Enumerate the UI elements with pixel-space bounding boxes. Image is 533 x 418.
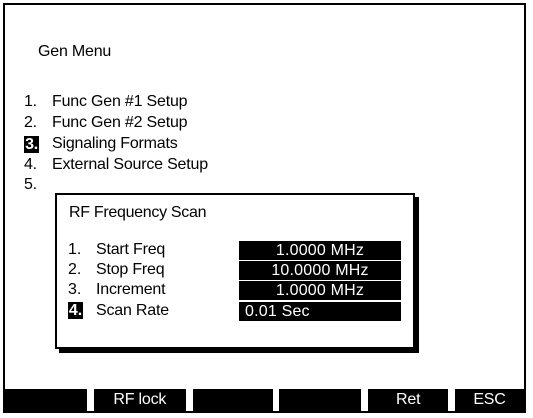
menu-item-number: 2.	[24, 114, 37, 131]
menu-title: Gen Menu	[38, 43, 112, 60]
softkey-4[interactable]	[279, 389, 362, 411]
menu-item-func-gen-2[interactable]: 2. Func Gen #2 Setup	[24, 112, 188, 134]
softkey-ret[interactable]: Ret	[368, 389, 449, 411]
menu-item-label: External Source Setup	[52, 156, 208, 173]
softkey-esc[interactable]: ESC	[454, 389, 524, 411]
menu-item-label: Func Gen #2 Setup	[52, 114, 188, 131]
start-freq-value[interactable]: 1.0000 MHz	[239, 241, 401, 260]
field-number: 3.	[68, 281, 82, 298]
field-number-selected: 4.	[68, 302, 83, 319]
menu-item-number: 1.	[24, 93, 37, 110]
menu-item-number: 5.	[24, 176, 37, 193]
menu-item-label: Signaling Formats	[52, 135, 178, 152]
field-label: Stop Freq	[96, 261, 165, 278]
display-screen: Gen Menu 1. Func Gen #1 Setup 2. Func Ge…	[3, 3, 526, 413]
menu-item-func-gen-1[interactable]: 1. Func Gen #1 Setup	[24, 91, 188, 113]
rf-frequency-scan-dialog: RF Frequency Scan 1. Start Freq 1.0000 M…	[55, 193, 415, 349]
stop-freq-value[interactable]: 10.0000 MHz	[239, 261, 401, 280]
field-increment[interactable]: 3. Increment 1.0000 MHz	[68, 280, 403, 300]
softkey-rf-lock[interactable]: RF lock	[93, 389, 186, 411]
menu-item-label: Func Gen #1 Setup	[52, 93, 188, 110]
field-stop-freq[interactable]: 2. Stop Freq 10.0000 MHz	[68, 260, 403, 280]
dialog-title: RF Frequency Scan	[69, 204, 207, 221]
field-number: 1.	[68, 241, 82, 258]
menu-item-signaling-formats[interactable]: 3. Signaling Formats	[24, 133, 178, 155]
scan-rate-value[interactable]: 0.01 Sec	[239, 302, 401, 321]
field-start-freq[interactable]: 1. Start Freq 1.0000 MHz	[68, 240, 403, 260]
field-number: 2.	[68, 261, 82, 278]
softkey-1[interactable]	[5, 389, 87, 411]
softkey-bar: RF lock Ret ESC	[5, 389, 524, 411]
increment-value[interactable]: 1.0000 MHz	[239, 281, 401, 300]
softkey-3[interactable]	[192, 389, 273, 411]
field-scan-rate[interactable]: 4. Scan Rate 0.01 Sec	[68, 301, 403, 321]
field-label: Start Freq	[96, 241, 166, 258]
menu-item-external-source-setup[interactable]: 4. External Source Setup	[24, 154, 208, 176]
menu-item-number-selected: 3.	[24, 135, 39, 153]
menu-item-number: 4.	[24, 156, 37, 173]
field-label: Increment	[96, 281, 166, 298]
field-label: Scan Rate	[96, 302, 169, 319]
menu-item-5[interactable]: 5.	[24, 174, 52, 196]
